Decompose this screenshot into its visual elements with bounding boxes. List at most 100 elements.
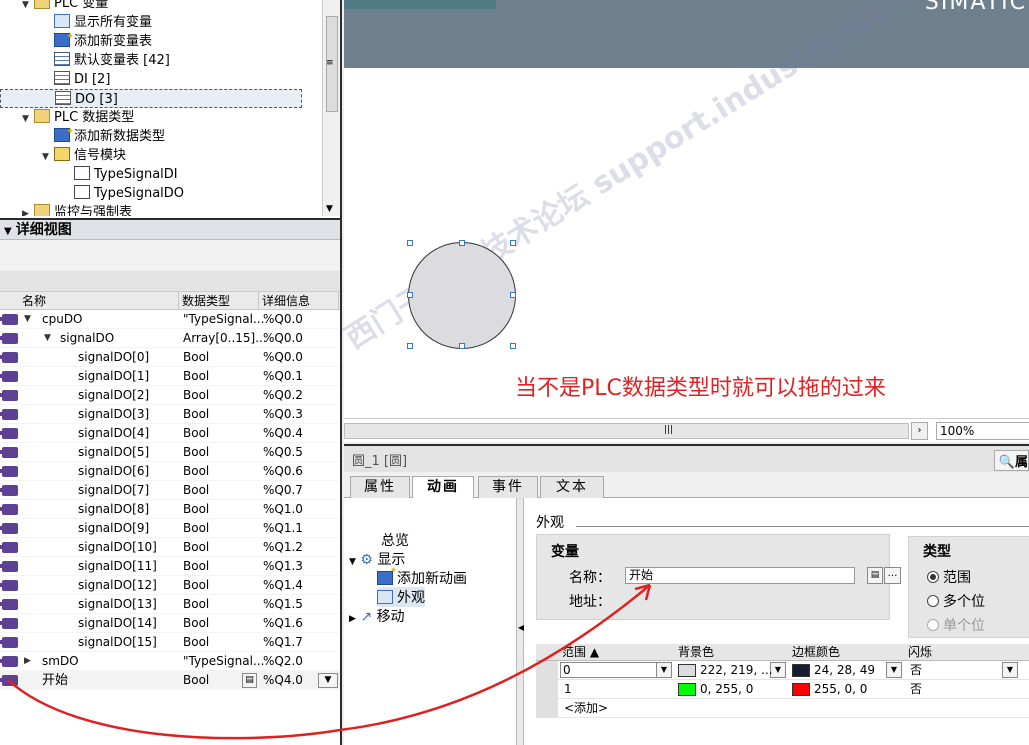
range-row[interactable]: 0 ▼ ▼ ▼ ▼ 222, 219, ... 24, 28, 49 否: [536, 661, 1029, 680]
chevron-down-icon[interactable]: ▼: [886, 662, 902, 678]
detail-view-header[interactable]: ▼ 详细视图: [0, 218, 340, 240]
list-icon[interactable]: ▤: [867, 567, 883, 584]
tag-icon[interactable]: [0, 637, 18, 648]
table-row[interactable]: signalDO[14] Bool %Q1.6: [0, 614, 340, 633]
tree-item[interactable]: ▼ PLC 数据类型: [0, 108, 320, 127]
chevron-right-icon[interactable]: ▶: [349, 614, 356, 624]
chevron-down-icon[interactable]: ▼: [4, 226, 12, 237]
list-icon[interactable]: ▤: [242, 673, 257, 688]
chevron-down-icon[interactable]: ▼: [326, 204, 333, 214]
tab-3[interactable]: 文本: [540, 476, 604, 498]
bg-color-swatch[interactable]: [678, 664, 696, 677]
chevron-down-icon[interactable]: ▼: [1002, 662, 1018, 678]
tab-1[interactable]: 动画: [412, 476, 474, 499]
add-row-label[interactable]: <添加>: [564, 699, 608, 718]
resize-handle[interactable]: [407, 240, 413, 246]
table-row[interactable]: signalDO[2] Bool %Q0.2: [0, 386, 340, 405]
chevron-down-icon[interactable]: ▼: [656, 662, 672, 678]
col-bg-color[interactable]: 背景色: [678, 644, 714, 661]
scroll-track[interactable]: [344, 423, 909, 439]
nav-overview[interactable]: 总览: [381, 530, 409, 550]
nav-appearance[interactable]: 外观: [377, 587, 425, 607]
table-row[interactable]: signalDO[3] Bool %Q0.3: [0, 405, 340, 424]
add-row[interactable]: <添加>: [536, 699, 1029, 718]
resize-handle[interactable]: [407, 343, 413, 349]
tag-icon[interactable]: [0, 352, 18, 363]
tab-2[interactable]: 事件: [478, 476, 538, 498]
tag-icon[interactable]: [0, 371, 18, 382]
chevron-down-icon[interactable]: ▼: [24, 310, 31, 329]
tag-icon[interactable]: [0, 428, 18, 439]
bg-color-swatch[interactable]: [678, 683, 696, 696]
panel-splitter[interactable]: ◀: [516, 498, 524, 745]
table-row[interactable]: signalDO[10] Bool %Q1.2: [0, 538, 340, 557]
resize-handle[interactable]: [510, 292, 516, 298]
type-radio[interactable]: 多个位: [927, 591, 985, 611]
tree-item[interactable]: ▼ PLC 变量: [0, 0, 320, 13]
resize-handle[interactable]: [407, 292, 413, 298]
border-color-swatch[interactable]: [792, 683, 810, 696]
col-border-color[interactable]: 边框颜色: [792, 644, 840, 661]
border-color-swatch[interactable]: [792, 664, 810, 677]
tree-item[interactable]: TypeSignalDO: [0, 184, 320, 203]
tag-icon[interactable]: [0, 580, 18, 591]
tree-scrollbar[interactable]: ≡ ▼: [322, 0, 340, 216]
table-row[interactable]: ▶ smDO "TypeSignal... %Q2.0: [0, 652, 340, 671]
table-row[interactable]: 开始 Bool %Q4.0 ▤ ▼: [0, 671, 340, 690]
tag-icon[interactable]: [0, 333, 18, 344]
table-row[interactable]: signalDO[4] Bool %Q0.4: [0, 424, 340, 443]
tree-item[interactable]: DO [3]: [0, 89, 302, 108]
table-row[interactable]: signalDO[1] Bool %Q0.1: [0, 367, 340, 386]
resize-handle[interactable]: [459, 240, 465, 246]
tree-item[interactable]: ▶ 监控与强制表: [0, 203, 320, 216]
tree-item[interactable]: DI [2]: [0, 70, 320, 89]
zoom-field[interactable]: 100%: [936, 422, 1029, 440]
resize-handle[interactable]: [510, 240, 516, 246]
table-row[interactable]: signalDO[9] Bool %Q1.1: [0, 519, 340, 538]
table-row[interactable]: signalDO[8] Bool %Q1.0: [0, 500, 340, 519]
tree-item[interactable]: 默认变量表 [42]: [0, 51, 320, 70]
tag-icon[interactable]: [0, 561, 18, 572]
tag-icon[interactable]: [0, 656, 18, 667]
row-selector[interactable]: [536, 680, 558, 699]
tree-item[interactable]: 显示所有变量: [0, 13, 320, 32]
tag-icon[interactable]: [0, 390, 18, 401]
col-detail[interactable]: 详细信息: [262, 292, 310, 310]
row-selector[interactable]: [536, 661, 558, 680]
chevron-down-icon[interactable]: ▼: [44, 329, 51, 348]
range-row[interactable]: 1 0, 255, 0 255, 0, 0 否: [536, 680, 1029, 699]
tag-icon[interactable]: [0, 314, 18, 325]
table-row[interactable]: ▼ cpuDO "TypeSignal... %Q0.0: [0, 310, 340, 329]
variable-name-field[interactable]: 开始: [625, 567, 855, 584]
chevron-down-icon[interactable]: ▼: [349, 557, 356, 567]
tag-icon[interactable]: [0, 504, 18, 515]
tree-item[interactable]: TypeSignalDI: [0, 165, 320, 184]
nav-add-animation[interactable]: 添加新动画: [377, 566, 467, 588]
chevron-down-icon[interactable]: ▼: [318, 673, 338, 688]
col-name[interactable]: 名称: [22, 292, 46, 310]
table-row[interactable]: signalDO[11] Bool %Q1.3: [0, 557, 340, 576]
tree-item[interactable]: 添加新数据类型: [0, 123, 320, 146]
tag-icon[interactable]: [0, 409, 18, 420]
tag-icon[interactable]: [0, 466, 18, 477]
table-row[interactable]: signalDO[0] Bool %Q0.0: [0, 348, 340, 367]
chevron-right-icon[interactable]: ▶: [24, 652, 31, 671]
table-row[interactable]: signalDO[12] Bool %Q1.4: [0, 576, 340, 595]
chevron-right-icon[interactable]: ▶: [22, 205, 34, 216]
chevron-right-icon[interactable]: ›: [911, 422, 928, 440]
tag-icon[interactable]: [0, 447, 18, 458]
col-flash[interactable]: 闪烁: [908, 644, 932, 661]
tag-icon[interactable]: [0, 618, 18, 629]
circle-object[interactable]: [408, 242, 516, 349]
tab-0[interactable]: 属性: [350, 476, 410, 498]
resize-handle[interactable]: [510, 343, 516, 349]
nav-move[interactable]: ▶ ↗ 移动: [349, 606, 405, 626]
tag-icon[interactable]: [0, 599, 18, 610]
type-radio[interactable]: 范围: [927, 567, 971, 587]
tree-item[interactable]: 添加新变量表: [0, 28, 320, 51]
tag-icon[interactable]: [0, 485, 18, 496]
tag-icon[interactable]: [0, 542, 18, 553]
canvas-hscrollbar[interactable]: ||| › 100%: [344, 418, 1029, 442]
col-range[interactable]: 范围 ▲: [562, 644, 599, 661]
table-row[interactable]: signalDO[13] Bool %Q1.5: [0, 595, 340, 614]
